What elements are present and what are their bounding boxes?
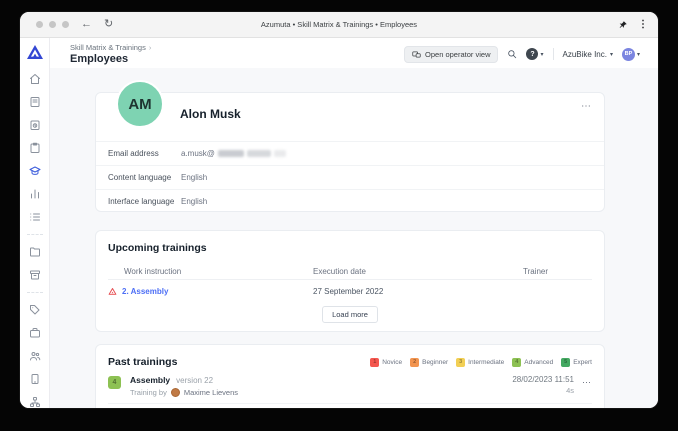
browser-menu-icon[interactable]: ⋮ [638,19,648,30]
reload-icon[interactable]: ↻ [104,19,113,30]
upcoming-trainings-title: Upcoming trainings [108,242,207,254]
devices-icon [412,51,421,57]
close-window-button[interactable] [36,21,43,28]
past-training-row: 2 Packagingversion 2 23/12/2022 10:36 ⋯ [108,403,592,408]
briefcase-icon[interactable] [28,326,42,340]
bar-chart-icon[interactable] [28,187,42,201]
checklist-icon[interactable] [28,210,42,224]
redacted-text [217,150,244,157]
user-avatar: BP [621,47,635,61]
training-version: version 22 [176,376,214,385]
skill-level-legend: 1 Novice 2 Beginner 3 Intermediate 4 Advance… [370,357,592,367]
upcoming-training-row: 2. Assembly 27 September 2022 [108,280,592,303]
upcoming-table-header: Work instruction Execution date Trainer [108,263,592,280]
profile-kebab-menu-icon[interactable]: ⋯ [581,101,592,112]
upcoming-trainings-card: Upcoming trainings Work instruction Exec… [95,230,605,332]
browser-titlebar: ← ↻ Azumuta • Skill Matrix & Trainings •… [20,12,658,38]
profile-field-row: Email address a.musk@ [96,141,604,165]
redacted-text [246,150,271,157]
training-duration: 4s [566,386,574,395]
legend-item-expert: 5 Expert [561,357,592,367]
archive-box-icon[interactable] [28,268,42,282]
level-2-badge: 2 [410,357,420,367]
tablet-icon[interactable] [28,372,42,386]
chevron-down-icon: ▾ [540,51,544,58]
organization-selector[interactable]: AzuBike Inc. ▾ [563,50,613,59]
breadcrumb-chevron-icon: › [148,43,152,52]
sidebar-divider [26,292,43,293]
legend-item-beginner: 2 Beginner [410,357,448,367]
extension-pin-icon[interactable] [618,20,628,30]
search-icon[interactable] [507,49,517,59]
user-menu[interactable]: BP ▾ [621,47,640,61]
journal-icon[interactable] [28,95,42,109]
trainer-name: Maxime Lievens [183,388,239,397]
skill-level-badge: 4 [108,376,121,389]
back-icon[interactable]: ← [81,19,92,30]
zoom-window-button[interactable] [62,21,69,28]
folder-icon[interactable] [28,245,42,259]
profile-field-row: Interface language English [96,189,604,213]
page-title: Employees [70,53,129,65]
browser-tab-title: Azumuta • Skill Matrix & Trainings • Emp… [260,20,418,29]
desktop-background: ← ↻ Azumuta • Skill Matrix & Trainings •… [0,0,678,431]
sidebar-divider [26,234,43,235]
graduation-cap-icon[interactable] [28,164,42,178]
legend-item-advanced: 4 Advanced [512,357,553,367]
row-kebab-menu-icon[interactable]: ⋯ [582,377,592,388]
header-divider [552,48,554,60]
azumuta-logo-icon[interactable] [26,45,43,64]
tag-icon[interactable] [28,303,42,317]
chevron-down-icon: ▾ [636,51,640,58]
clipboard-clock-icon[interactable] [28,118,42,132]
past-trainings-card: Past trainings 1 Novice 2 Beginner 3 Interm… [95,344,605,408]
employee-name: Alon Musk [180,107,241,121]
chevron-down-icon: ▾ [609,51,613,58]
clipboard-icon[interactable] [28,141,42,155]
legend-item-novice: 1 Novice [370,357,402,367]
help-icon: ? [526,48,539,60]
breadcrumb[interactable]: Skill Matrix & Trainings › [70,43,151,52]
profile-field-row: Content language English [96,165,604,189]
employee-avatar: AM [116,80,164,128]
training-name[interactable]: Assembly [130,375,170,385]
page-header: Skill Matrix & Trainings › Employees Open… [50,38,658,68]
open-operator-view-button[interactable]: Open operator view [404,45,499,63]
team-icon[interactable] [28,349,42,363]
level-5-badge: 5 [561,357,571,367]
work-instruction-link[interactable]: 2. Assembly [122,287,168,296]
execution-date: 27 September 2022 [313,287,384,296]
legend-item-intermediate: 3 Intermediate [456,357,504,367]
app-sidebar: › [20,38,50,408]
employee-profile-card: AM Alon Musk ⋯ Email address a.musk@ Con… [95,80,605,213]
sitemap-icon[interactable] [28,395,42,408]
trainer-avatar [170,388,180,397]
training-datetime: 28/02/2023 11:51 [512,375,574,384]
past-trainings-title: Past trainings [108,356,178,368]
sidebar-nav [26,72,43,408]
work-instruction-warning-icon [108,287,117,296]
help-menu[interactable]: ? ▾ [526,48,544,60]
level-4-badge: 4 [512,357,522,367]
level-1-badge: 1 [370,357,380,367]
browser-window: ← ↻ Azumuta • Skill Matrix & Trainings •… [20,12,658,408]
window-controls [36,21,69,28]
level-3-badge: 3 [456,357,466,367]
minimize-window-button[interactable] [49,21,56,28]
home-icon[interactable] [28,72,42,86]
redacted-text [273,150,286,157]
main-content: AM Alon Musk ⋯ Email address a.musk@ Con… [50,68,658,408]
past-training-row: 4 Assembly version 22 Training by Maxime L… [108,368,592,403]
load-more-button[interactable]: Load more [322,306,378,323]
